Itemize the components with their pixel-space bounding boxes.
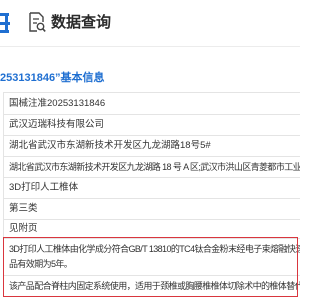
- data-query-title[interactable]: 数据查询: [51, 12, 111, 34]
- scope-of-application-value: 该产品配合脊柱内固定系统使用，适用于颈椎或胸腰椎椎体切除术中的椎体替代。: [3, 275, 300, 297]
- logo-fragment-icon: [0, 13, 10, 33]
- registrant-address-value: 湖北省武汉市东湖新技术开发区九龙湖路18号5#: [3, 135, 300, 156]
- production-address-value: 湖北省武汉市东湖新技术开发区九龙湖路 18 号 A 区;武汉市洪山区青菱都市工业…: [3, 156, 300, 177]
- basic-info-heading: 253131846”基本信息: [0, 72, 105, 84]
- document-search-icon: [29, 12, 46, 32]
- model-spec-value: 见附页: [3, 219, 300, 238]
- product-name-value: 3D打印人工椎体: [3, 177, 300, 198]
- structure-line-1: 3D打印人工椎体由化学成分符合GB/T 13810的TC4钛合金粉末经电子束熔融…: [9, 244, 300, 254]
- structure-line-2: 品有效期为5年。: [9, 259, 73, 269]
- registration-detail-page: 数据查询 253131846”基本信息 国械注准20253131846 武汉迈瑞…: [0, 0, 300, 300]
- registration-number-value: 国械注准20253131846: [3, 92, 300, 114]
- site-header: 数据查询: [0, 0, 300, 47]
- management-class-value: 第三类: [3, 198, 300, 219]
- registrant-name-value: 武汉迈瑞科技有限公司: [3, 114, 300, 135]
- structure-composition-value: 3D打印人工椎体由化学成分符合GB/T 13810的TC4钛合金粉末经电子束熔融…: [3, 238, 300, 275]
